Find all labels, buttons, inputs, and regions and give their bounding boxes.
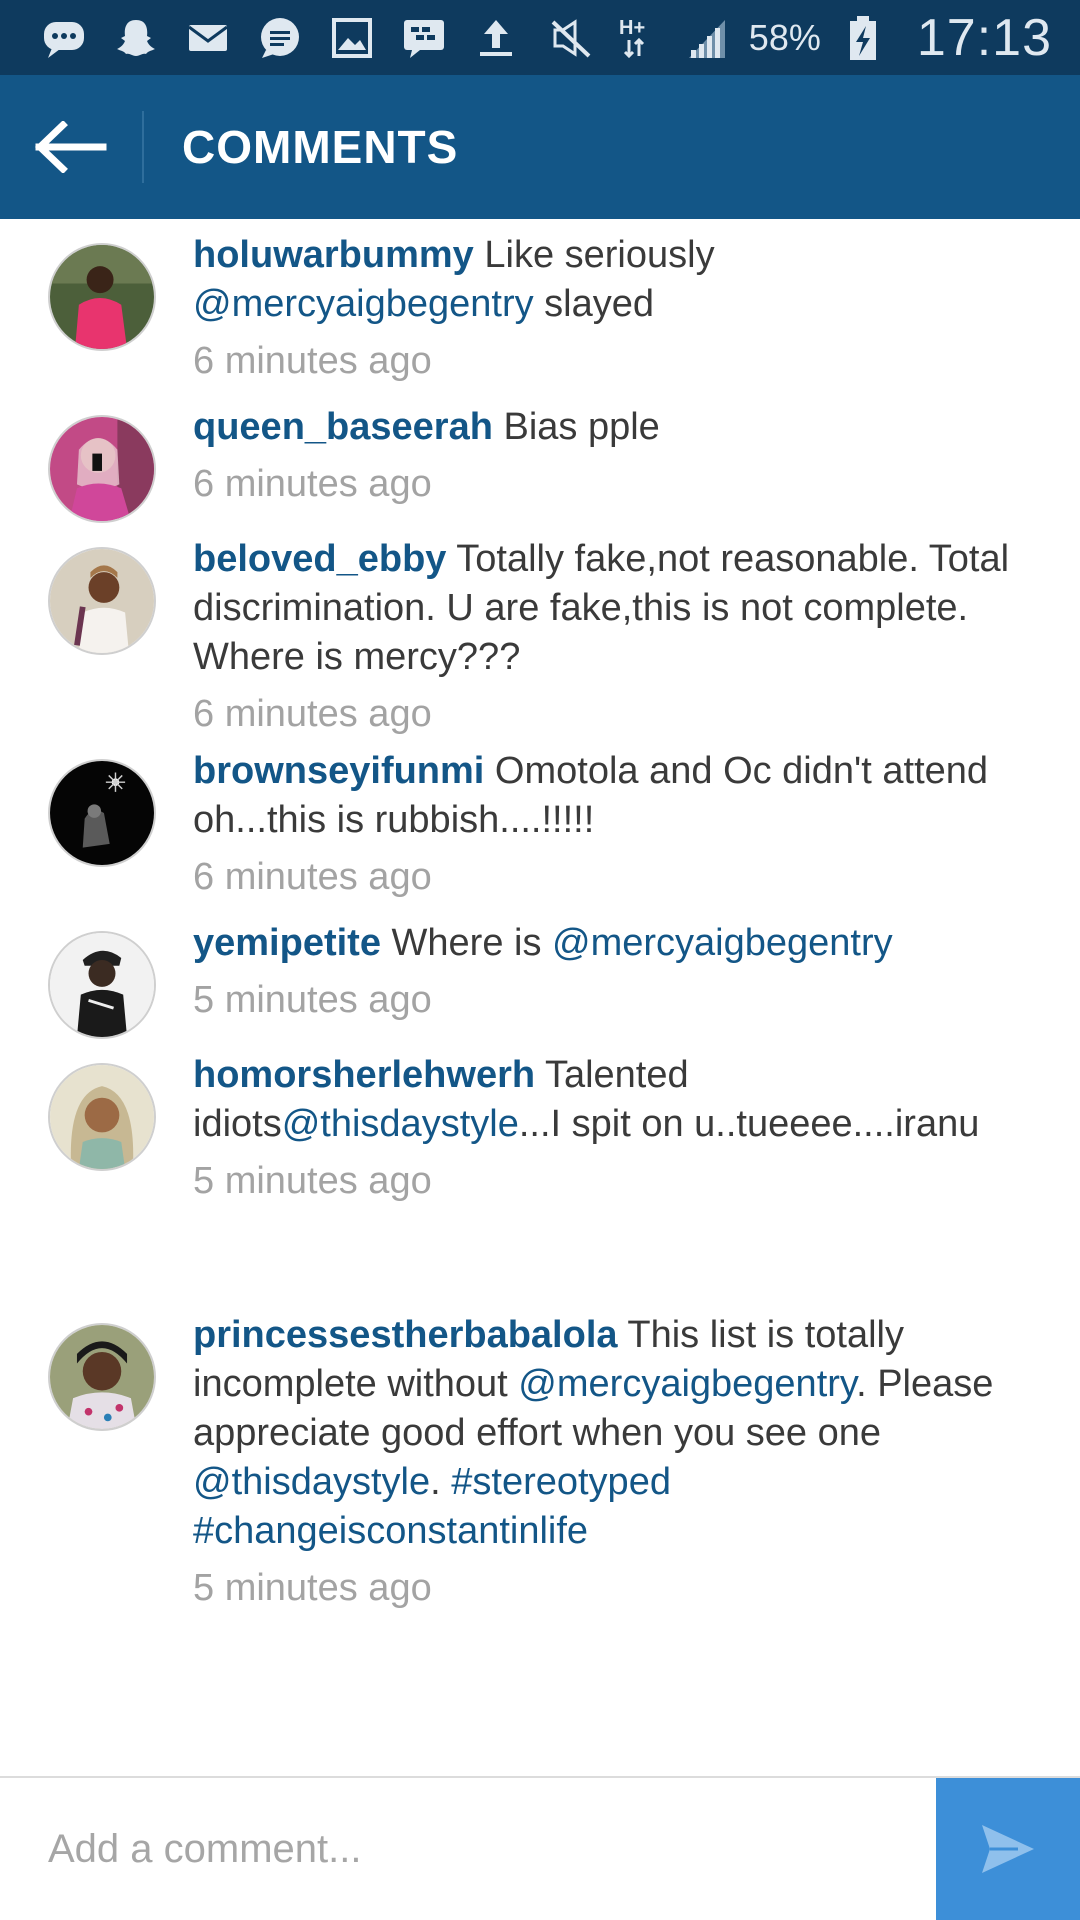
back-button[interactable] <box>0 75 142 219</box>
comment-timestamp: 5 minutes ago <box>193 979 432 1021</box>
comment-text-part: ...I spit on u..tueeee....iranu <box>518 1103 980 1145</box>
send-button[interactable] <box>936 1778 1080 1920</box>
signal-icon <box>681 12 733 64</box>
mail-icon <box>182 12 234 64</box>
comment-timestamp: 5 minutes ago <box>193 1567 432 1609</box>
bbm-icon <box>398 12 450 64</box>
comment-text: queen_baseerah Bias pple <box>193 403 1023 452</box>
comment-username[interactable]: holuwarbummy <box>193 234 474 276</box>
comment-input[interactable] <box>0 1778 936 1920</box>
snapchat-icon <box>110 12 162 64</box>
comment-mention[interactable]: @mercyaigbegentry <box>193 283 534 325</box>
avatar[interactable] <box>48 931 156 1039</box>
battery-charging-icon <box>837 12 889 64</box>
avatar[interactable] <box>48 243 156 351</box>
comment-text-part: slayed <box>533 283 655 325</box>
avatar[interactable] <box>48 415 156 523</box>
action-bar-divider <box>142 111 144 183</box>
avatar[interactable] <box>48 547 156 655</box>
send-icon <box>982 1825 1034 1873</box>
comment-composer <box>0 1776 1080 1920</box>
comment-mention[interactable]: @mercyaigbegentry <box>518 1363 856 1405</box>
avatar[interactable] <box>48 1063 156 1171</box>
mute-icon <box>545 12 597 64</box>
comment-text-part: Where is <box>380 922 553 964</box>
comment-text: homorsherlehwerh Talented idiots@thisday… <box>193 1051 1023 1149</box>
avatar[interactable] <box>48 759 156 867</box>
comment-timestamp: 6 minutes ago <box>193 693 432 735</box>
comment-username[interactable]: queen_baseerah <box>193 406 493 448</box>
comment-hashtag[interactable]: #changeisconstantinlife <box>193 1510 588 1552</box>
comment-mention[interactable]: @thisdaystyle <box>193 1461 430 1503</box>
battery-percent: 58% <box>748 16 821 58</box>
comment-timestamp: 6 minutes ago <box>193 856 432 898</box>
comment-timestamp: 6 minutes ago <box>193 463 432 505</box>
comment-text-part: . <box>430 1461 452 1503</box>
comment-text: princessestherbabalola This list is tota… <box>193 1311 1023 1556</box>
comment-timestamp: 5 minutes ago <box>193 1160 432 1202</box>
comment-text-part: Like seriously <box>473 234 715 276</box>
comment-text: brownseyifunmi Omotola and Oc didn't att… <box>193 747 1023 845</box>
comment-text: beloved_ebby Totally fake,not reasonable… <box>193 535 1023 682</box>
chat-bubble-icon <box>254 12 306 64</box>
gallery-icon <box>326 12 378 64</box>
comment-username[interactable]: beloved_ebby <box>193 538 446 580</box>
comment-username[interactable]: homorsherlehwerh <box>193 1054 535 1096</box>
page-title: COMMENTS <box>182 121 459 173</box>
comment-username[interactable]: brownseyifunmi <box>193 750 484 792</box>
network-data-icon: H+ <box>613 12 665 64</box>
comment-timestamp: 6 minutes ago <box>193 340 432 382</box>
comment-mention[interactable]: @thisdaystyle <box>282 1103 519 1145</box>
clock: 17:13 <box>916 8 1052 67</box>
back-arrow-icon <box>35 121 107 173</box>
comment-text: holuwarbummy Like seriously @mercyaigbeg… <box>193 231 1023 329</box>
comment-mention[interactable]: @mercyaigbegentry <box>552 922 893 964</box>
comment-list[interactable]: holuwarbummy Like seriously @mercyaigbeg… <box>0 219 1080 1776</box>
comment-username[interactable]: yemipetite <box>193 922 381 964</box>
comment-text-part: Bias pple <box>492 406 660 448</box>
network-label: H+ <box>619 17 645 39</box>
action-bar: COMMENTS <box>0 75 1080 219</box>
comment-username[interactable]: princessestherbabalola <box>193 1314 618 1356</box>
status-bar: H+ 58% 17:13 <box>0 0 1080 75</box>
comment-text: yemipetite Where is @mercyaigbegentry <box>193 919 1023 968</box>
comment-hashtag[interactable]: #stereotyped <box>451 1461 671 1503</box>
avatar[interactable] <box>48 1323 156 1431</box>
upload-icon <box>470 12 522 64</box>
messenger-icon <box>38 12 90 64</box>
